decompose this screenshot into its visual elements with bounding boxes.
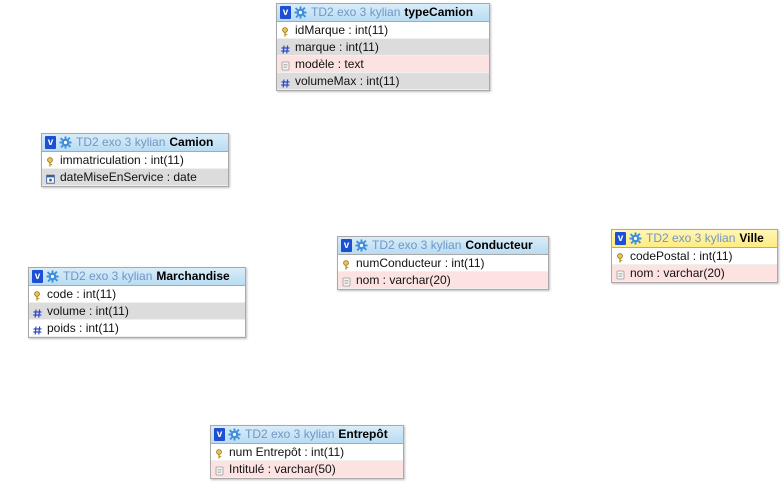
field-label: nom : varchar(20) [356,273,451,287]
table-box-typecamion[interactable]: v TD2 exo 3 kylian typeCamion idMarque : in… [276,3,490,91]
collapse-toggle-icon[interactable]: v [341,239,352,252]
settings-gear-icon [59,136,72,149]
table-name: Camion [169,135,214,149]
field-row[interactable]: volumeMax : int(11) [277,73,489,90]
field-label: dateMiseEnService : date [60,170,197,184]
field-label: num Entrepôt : int(11) [229,445,345,459]
settings-gear-icon [228,428,241,441]
table-box-marchandise[interactable]: v TD2 exo 3 kylian Marchandise code : int(1… [28,267,246,338]
field-row[interactable]: codePostal : int(11) [612,248,777,265]
settings-gear-icon [355,239,368,252]
database-name: TD2 exo 3 kylian [372,238,462,252]
text-icon [215,464,225,476]
text-icon [342,275,352,287]
field-row[interactable]: Intitulé : varchar(50) [211,461,403,478]
key-icon [281,25,291,37]
field-row[interactable]: poids : int(11) [29,320,245,337]
table-box-ville[interactable]: v TD2 exo 3 kylian Ville codePostal : int(1… [611,229,778,283]
field-label: code : int(11) [47,287,117,301]
settings-gear-icon [294,6,307,19]
date-icon [46,172,56,184]
field-row[interactable]: immatriculation : int(11) [42,152,228,169]
field-label: modèle : text [295,57,364,71]
text-icon [281,59,291,71]
table-box-conducteur[interactable]: v TD2 exo 3 kylian Conducteur numConducteur… [337,236,549,290]
table-header[interactable]: v TD2 exo 3 kylian Camion [42,134,228,152]
table-name: Conducteur [465,238,533,252]
collapse-toggle-icon[interactable]: v [615,232,626,245]
database-name: TD2 exo 3 kylian [245,427,335,441]
key-icon [33,289,43,301]
hash-icon [281,42,291,54]
key-icon [215,447,225,459]
key-icon [46,155,56,167]
table-header[interactable]: v TD2 exo 3 kylian Entrepôt [211,426,403,444]
table-options-icon[interactable] [629,232,646,245]
table-name: Entrepôt [338,427,388,441]
field-label: immatriculation : int(11) [60,153,184,167]
hash-icon [33,323,43,335]
field-label: codePostal : int(11) [630,249,733,263]
field-row[interactable]: volume : int(11) [29,303,245,320]
settings-gear-icon [46,270,59,283]
field-row[interactable]: nom : varchar(20) [612,265,777,282]
table-options-icon[interactable] [355,239,372,252]
field-label: nom : varchar(20) [630,266,725,280]
field-row[interactable]: code : int(11) [29,286,245,303]
key-icon [616,251,626,263]
table-header[interactable]: v TD2 exo 3 kylian Conducteur [338,237,548,255]
database-name: TD2 exo 3 kylian [646,231,736,245]
field-row[interactable]: marque : int(11) [277,39,489,56]
table-box-camion[interactable]: v TD2 exo 3 kylian Camion immatriculation :… [41,133,229,187]
collapse-toggle-icon[interactable]: v [280,6,291,19]
field-row[interactable]: modèle : text [277,56,489,73]
field-label: poids : int(11) [47,321,119,335]
table-options-icon[interactable] [59,136,76,149]
table-header[interactable]: v TD2 exo 3 kylian Ville [612,230,777,248]
field-label: idMarque : int(11) [295,23,389,37]
field-label: marque : int(11) [295,40,379,54]
table-options-icon[interactable] [228,428,245,441]
field-row[interactable]: nom : varchar(20) [338,272,548,289]
table-header[interactable]: v TD2 exo 3 kylian Marchandise [29,268,245,286]
database-name: TD2 exo 3 kylian [63,269,153,283]
database-name: TD2 exo 3 kylian [311,5,401,19]
field-label: Intitulé : varchar(50) [229,462,336,476]
field-label: numConducteur : int(11) [356,256,485,270]
collapse-toggle-icon[interactable]: v [214,428,225,441]
database-name: TD2 exo 3 kylian [76,135,166,149]
field-row[interactable]: num Entrepôt : int(11) [211,444,403,461]
table-box-entrepot[interactable]: v TD2 exo 3 kylian Entrepôt num Entrepôt : … [210,425,404,479]
field-label: volume : int(11) [47,304,129,318]
key-icon [342,258,352,270]
text-icon [616,268,626,280]
table-header[interactable]: v TD2 exo 3 kylian typeCamion [277,4,489,22]
table-options-icon[interactable] [46,270,63,283]
hash-icon [33,306,43,318]
field-row[interactable]: idMarque : int(11) [277,22,489,39]
collapse-toggle-icon[interactable]: v [32,270,43,283]
settings-gear-icon [629,232,642,245]
table-name: typeCamion [404,5,474,19]
field-row[interactable]: numConducteur : int(11) [338,255,548,272]
hash-icon [281,76,291,88]
table-name: Marchandise [156,269,230,283]
collapse-toggle-icon[interactable]: v [45,136,56,149]
field-label: volumeMax : int(11) [295,74,400,88]
table-options-icon[interactable] [294,6,311,19]
field-row[interactable]: dateMiseEnService : date [42,169,228,186]
table-name: Ville [739,231,764,245]
